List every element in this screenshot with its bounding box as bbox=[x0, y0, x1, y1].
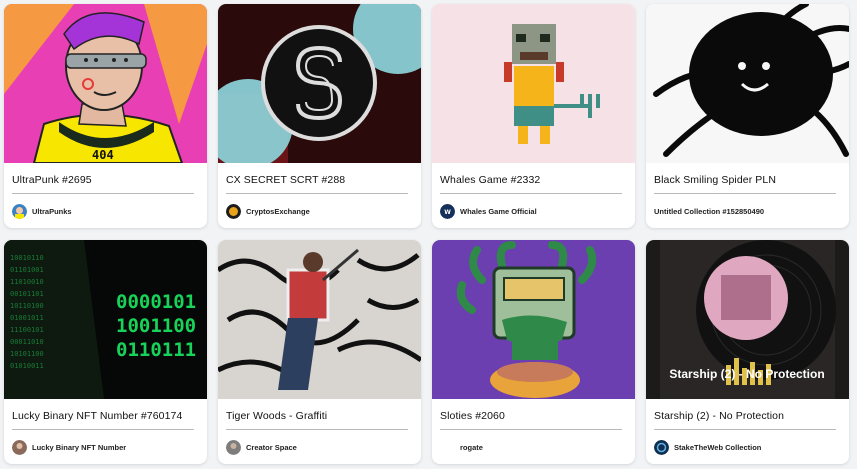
nft-image[interactable]: 10010110 01101001 11010010 00101101 101101… bbox=[4, 240, 207, 399]
nft-card[interactable]: Black Smiling Spider PLN Untitled Collec… bbox=[646, 4, 849, 228]
collection-name[interactable]: rogate bbox=[460, 443, 483, 452]
nft-title[interactable]: Tiger Woods - Graffiti bbox=[226, 410, 327, 422]
nft-card[interactable]: Sloties #2060 rogate bbox=[432, 240, 635, 464]
nft-image[interactable] bbox=[432, 240, 635, 399]
svg-text:0110111: 0110111 bbox=[116, 339, 196, 361]
nft-card[interactable]: CX SECRET SCRT #288 CryptosExchange bbox=[218, 4, 421, 228]
collection-name[interactable]: CryptosExchange bbox=[246, 207, 310, 216]
nft-image[interactable] bbox=[218, 240, 421, 399]
slot-machine-snake-image bbox=[432, 240, 635, 399]
staketheweb-avatar-icon bbox=[654, 440, 669, 455]
svg-text:10101100: 10101100 bbox=[10, 350, 44, 358]
svg-text:404: 404 bbox=[92, 148, 114, 162]
svg-text:1001100: 1001100 bbox=[116, 315, 196, 337]
svg-text:01010011: 01010011 bbox=[10, 362, 44, 370]
svg-text:01001011: 01001011 bbox=[10, 314, 44, 322]
ultrapunks-avatar-icon bbox=[12, 204, 27, 219]
nft-grid: 404 UltraPunk #2695 UltraPunks CX SECRET… bbox=[4, 4, 849, 464]
collection-name[interactable]: Untitled Collection #152850490 bbox=[654, 207, 764, 216]
divider bbox=[654, 429, 836, 430]
nft-title[interactable]: CX SECRET SCRT #288 bbox=[226, 174, 345, 186]
whales-game-avatar-icon: W bbox=[440, 204, 455, 219]
collection-info[interactable]: Untitled Collection #152850490 bbox=[654, 203, 764, 220]
collection-name[interactable]: UltraPunks bbox=[32, 207, 72, 216]
nft-title[interactable]: Sloties #2060 bbox=[440, 410, 505, 422]
nft-title[interactable]: Whales Game #2332 bbox=[440, 174, 540, 186]
collection-info[interactable]: CryptosExchange bbox=[226, 203, 310, 220]
svg-text:Starship (2) - No Protection: Starship (2) - No Protection bbox=[669, 367, 824, 381]
cryptosexchange-avatar-icon bbox=[226, 204, 241, 219]
nft-card[interactable]: 404 UltraPunk #2695 UltraPunks bbox=[4, 4, 207, 228]
secret-logo-image bbox=[218, 4, 421, 163]
vinyl-record-image: Starship (2) - No Protection bbox=[646, 240, 849, 399]
collection-info[interactable]: Lucky Binary NFT Number bbox=[12, 439, 126, 456]
nft-title[interactable]: Black Smiling Spider PLN bbox=[654, 174, 776, 186]
nft-card[interactable]: Tiger Woods - Graffiti Creator Space bbox=[218, 240, 421, 464]
lucky-binary-avatar-icon bbox=[12, 440, 27, 455]
nft-title[interactable]: Starship (2) - No Protection bbox=[654, 410, 784, 422]
nft-image[interactable] bbox=[432, 4, 635, 163]
divider bbox=[654, 193, 836, 194]
svg-text:10110100: 10110100 bbox=[10, 302, 44, 310]
collection-name[interactable]: Whales Game Official bbox=[460, 207, 537, 216]
nft-title[interactable]: UltraPunk #2695 bbox=[12, 174, 92, 186]
nft-card[interactable]: Whales Game #2332 W Whales Game Official bbox=[432, 4, 635, 228]
svg-text:00101101: 00101101 bbox=[10, 290, 44, 298]
svg-text:10010110: 10010110 bbox=[10, 254, 44, 262]
rogate-avatar-icon bbox=[440, 440, 455, 455]
nft-card[interactable]: Starship (2) - No Protection Starship (2… bbox=[646, 240, 849, 464]
nft-image[interactable]: Starship (2) - No Protection bbox=[646, 240, 849, 399]
nft-image[interactable] bbox=[646, 4, 849, 163]
collection-name[interactable]: StakeTheWeb Collection bbox=[674, 443, 761, 452]
pixel-whale-character-image bbox=[432, 4, 635, 163]
collection-info[interactable]: rogate bbox=[440, 439, 483, 456]
nft-card[interactable]: 10010110 01101001 11010010 00101101 101101… bbox=[4, 240, 207, 464]
nft-image[interactable]: 404 bbox=[4, 4, 207, 163]
divider bbox=[226, 429, 408, 430]
nft-title[interactable]: Lucky Binary NFT Number #760174 bbox=[12, 410, 182, 422]
spider-drawing-image bbox=[646, 4, 849, 163]
divider bbox=[440, 429, 622, 430]
collection-info[interactable]: StakeTheWeb Collection bbox=[654, 439, 761, 456]
svg-text:01101001: 01101001 bbox=[10, 266, 44, 274]
binary-nft-image: 10010110 01101001 11010010 00101101 101101… bbox=[4, 240, 207, 399]
divider bbox=[12, 193, 194, 194]
divider bbox=[226, 193, 408, 194]
collection-name[interactable]: Lucky Binary NFT Number bbox=[32, 443, 126, 452]
nft-image[interactable] bbox=[218, 4, 421, 163]
svg-text:11100101: 11100101 bbox=[10, 326, 44, 334]
svg-text:0000101: 0000101 bbox=[116, 291, 196, 313]
divider bbox=[12, 429, 194, 430]
graffiti-golfer-image bbox=[218, 240, 421, 399]
collection-name[interactable]: Creator Space bbox=[246, 443, 297, 452]
collection-info[interactable]: W Whales Game Official bbox=[440, 203, 537, 220]
svg-text:W: W bbox=[444, 209, 451, 216]
svg-text:00011010: 00011010 bbox=[10, 338, 44, 346]
punk-portrait-image: 404 bbox=[4, 4, 207, 163]
svg-text:11010010: 11010010 bbox=[10, 278, 44, 286]
collection-info[interactable]: Creator Space bbox=[226, 439, 297, 456]
creator-space-avatar-icon bbox=[226, 440, 241, 455]
divider bbox=[440, 193, 622, 194]
collection-info[interactable]: UltraPunks bbox=[12, 203, 72, 220]
